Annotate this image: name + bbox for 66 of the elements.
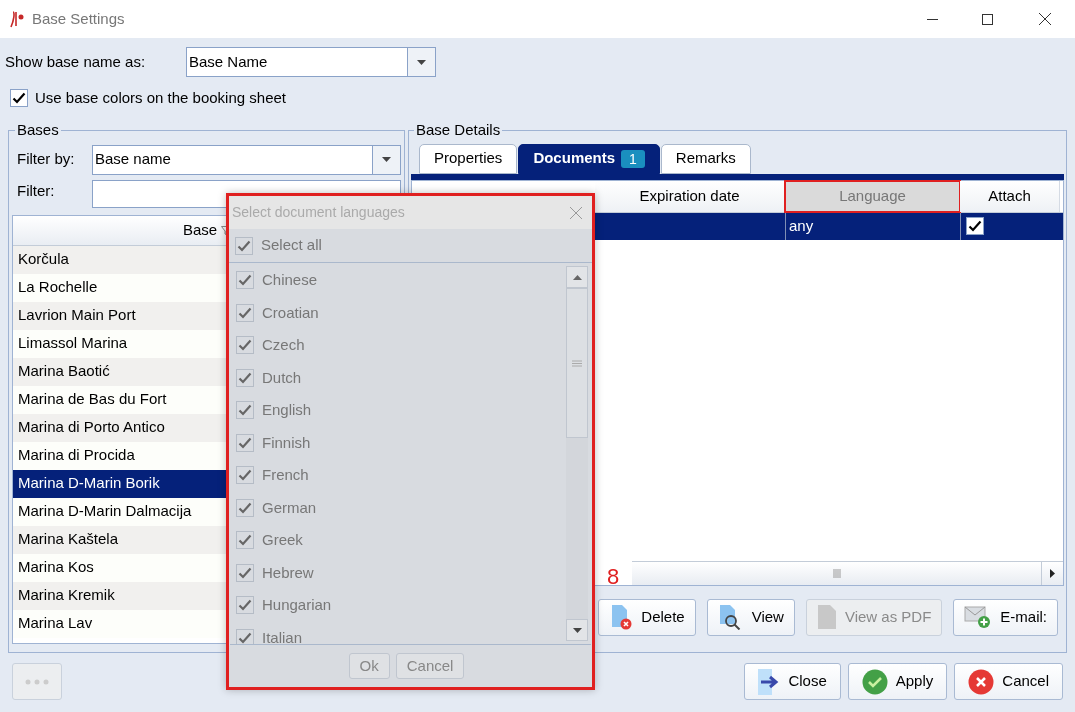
- count-badge: 1: [621, 149, 645, 168]
- checkbox[interactable]: [236, 401, 254, 420]
- minimize-icon: [927, 18, 938, 20]
- checkbox-label: Dutch: [262, 367, 302, 388]
- check-circle-icon: [861, 668, 888, 695]
- horizontal-scrollbar[interactable]: [632, 560, 1063, 585]
- tab[interactable]: Properties: [419, 143, 518, 174]
- footer-button[interactable]: Cancel: [954, 663, 1063, 700]
- group-title: Bases: [16, 120, 60, 140]
- checkbox[interactable]: [236, 271, 254, 290]
- table-cell: any: [785, 212, 960, 240]
- arrow-right-icon: [1050, 568, 1055, 578]
- grip-icon: [572, 359, 582, 367]
- document-delete-icon: [609, 604, 634, 630]
- checkbox[interactable]: [236, 336, 254, 355]
- footer-button[interactable]: Apply: [847, 663, 948, 700]
- column-header[interactable]: Expiration date: [595, 180, 785, 212]
- action-button[interactable]: E-mail:: [953, 598, 1058, 636]
- field-label: Filter:: [17, 180, 56, 201]
- tab[interactable]: Documents 1: [518, 143, 660, 174]
- checkbox[interactable]: [236, 628, 254, 644]
- checkbox-label: Greek: [262, 530, 303, 550]
- caret-down-icon: [382, 157, 391, 162]
- arrow-down-icon: [572, 627, 582, 633]
- checkbox-label: Use base colors on the booking sheet: [35, 87, 286, 108]
- window-title: Base Settings: [32, 8, 125, 29]
- footer-button[interactable]: Close: [744, 663, 841, 700]
- checkbox-label: Hebrew: [262, 562, 314, 583]
- close-icon: [570, 206, 582, 219]
- grip-icon: [832, 568, 841, 578]
- close-button[interactable]: [570, 206, 582, 219]
- checkbox[interactable]: [236, 368, 254, 387]
- maximize-icon: [982, 13, 993, 25]
- checkbox[interactable]: [235, 236, 253, 255]
- action-button[interactable]: Delete: [598, 598, 696, 636]
- envelope-add-icon: [964, 605, 993, 629]
- app-logo-icon: [10, 10, 26, 28]
- more-dots-icon: [25, 678, 49, 685]
- checkbox-label: Croatian: [262, 302, 319, 323]
- column-header[interactable]: Attach: [960, 180, 1060, 212]
- filter-by-dropdown[interactable]: Base name: [92, 144, 401, 175]
- checkbox[interactable]: [966, 217, 984, 235]
- checkbox[interactable]: [236, 303, 254, 322]
- checkbox[interactable]: [236, 433, 254, 452]
- field-label: Filter by:: [17, 149, 76, 170]
- arrow-up-icon: [572, 274, 582, 280]
- arrow-right-icon: [758, 668, 781, 695]
- checkbox[interactable]: [236, 596, 254, 615]
- pdf-document-icon: [816, 604, 837, 630]
- field-label: Show base name as:: [5, 51, 147, 72]
- group-title: Base Details: [415, 120, 502, 140]
- vertical-scrollbar[interactable]: [566, 266, 588, 641]
- checkbox[interactable]: [236, 531, 254, 550]
- caret-down-icon: [417, 59, 426, 65]
- checkbox-label: German: [262, 497, 317, 518]
- base-name-dropdown[interactable]: Base Name: [186, 47, 436, 77]
- checkbox[interactable]: [236, 466, 254, 485]
- checkbox[interactable]: [10, 89, 28, 107]
- checkbox-label: Czech: [262, 335, 305, 355]
- cancel-circle-icon: [968, 668, 995, 695]
- action-button[interactable]: View: [706, 598, 795, 636]
- annotation-number: 8: [607, 564, 620, 590]
- checkbox[interactable]: [236, 563, 254, 582]
- tab[interactable]: Remarks: [660, 143, 751, 174]
- checkbox[interactable]: [236, 498, 254, 517]
- close-icon: [1039, 13, 1051, 25]
